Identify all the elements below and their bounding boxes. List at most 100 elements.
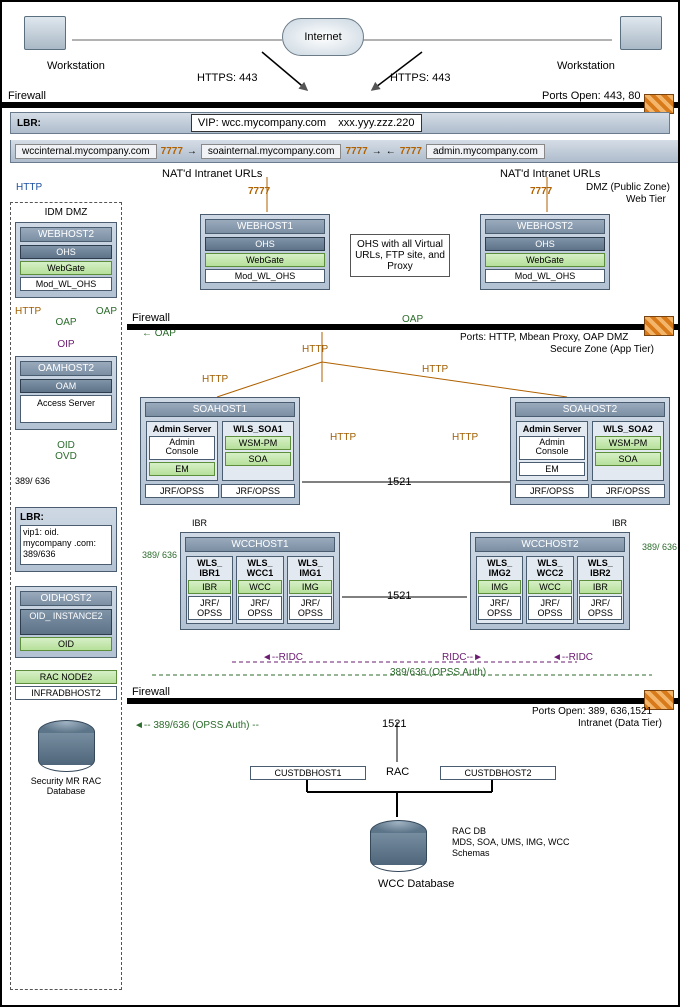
wcchost2-c2-svc: WCC [528, 580, 571, 594]
port-1521-mid: 1521 [387, 476, 411, 488]
oidhost2: OIDHOST2 OID_ INSTANCE2 OID [15, 586, 117, 658]
nat-admin: admin.mycompany.com [426, 144, 545, 159]
ridc-1: ◄--RIDC [262, 652, 303, 663]
firewall2-zone: Secure Zone (App Tier) [550, 344, 654, 355]
webhost2-mod: Mod_WL_OHS [485, 269, 605, 283]
nat-port-1: 7777 [161, 146, 183, 157]
firewall3-bar [127, 698, 679, 704]
vip-ip: xxx.yyy.zzz.220 [338, 117, 414, 129]
https-right-label: HTTPS: 443 [390, 72, 451, 84]
wcchost1-title: WCCHOST1 [185, 537, 335, 552]
soahost2-wls-title: WLS_SOA2 [595, 424, 661, 434]
soahost1-jrf1: JRF/OPSS [145, 484, 219, 498]
idm-oid: OID [57, 440, 75, 451]
security-db-icon [38, 720, 95, 772]
soahost2-admin-em: EM [519, 462, 585, 476]
soahost2: SOAHOST2 Admin Server Admin Console EM W… [510, 397, 670, 505]
racnode2: RAC NODE2 [15, 670, 117, 684]
idm-http: HTTP [15, 306, 41, 317]
wcchost1-c1-title: WLS_ IBR1 [188, 558, 231, 578]
wcc-db-label: WCC Database [378, 878, 418, 890]
firewall1-bar [2, 102, 678, 108]
idm-webhost2: WEBHOST2 OHS WebGate Mod_WL_OHS [15, 222, 117, 298]
oidhost2-inst: OID_ INSTANCE2 [20, 609, 112, 635]
dmz-label-1: DMZ (Public Zone) [586, 182, 670, 193]
ibr-right: IBR [612, 518, 627, 528]
soahost2-jrf1: JRF/OPSS [515, 484, 589, 498]
soahost1-soa: SOA [225, 452, 291, 466]
idm-lbr-title: LBR: [20, 512, 112, 523]
wcc-db-icon [370, 820, 427, 872]
idm-lbr-box: LBR: vip1: oid. mycompany .com: 389/636 [15, 507, 117, 572]
nat-soa: soainternal.mycompany.com [201, 144, 342, 159]
idm-389-636: 389/ 636 [15, 476, 50, 486]
firewall3-zone: Intranet (Data Tier) [578, 718, 662, 729]
http-mid-1: HTTP [330, 432, 356, 443]
oamhost2-title: OAMHOST2 [20, 361, 112, 376]
soahost2-wsm: WSM-PM [595, 436, 661, 450]
firewall2-bar [127, 324, 679, 330]
webhost2-webgate: WebGate [485, 253, 605, 267]
ohs-note: OHS with all Virtual URLs, FTP site, and… [350, 234, 450, 277]
diagram-frame: Workstation Internet Workstation HTTPS: … [0, 0, 680, 1007]
webhost1-webgate: WebGate [205, 253, 325, 267]
nat-port-2: 7777 [345, 146, 367, 157]
wcchost1-c2-svc: WCC [238, 580, 281, 594]
soahost2-admin-title: Admin Server [519, 424, 585, 434]
idm-webhost2-webgate: WebGate [20, 261, 112, 275]
idm-lbr-vip: vip1: oid. mycompany .com: 389/636 [20, 525, 112, 565]
wcchost2-c1-svc: IMG [478, 580, 521, 594]
ridc-3: ◄--RIDC [552, 652, 593, 663]
oamhost2: OAMHOST2 OAM Access Server [15, 356, 117, 430]
idm-dmz-box: IDM DMZ WEBHOST2 OHS WebGate Mod_WL_OHS … [10, 202, 122, 990]
soahost2-admin-console: Admin Console [519, 436, 585, 460]
webhost1-title: WEBHOST1 [205, 219, 325, 234]
custdbhost2: CUSTDBHOST2 [440, 766, 556, 780]
http-blue: HTTP [16, 182, 42, 193]
soahost1-wsm: WSM-PM [225, 436, 291, 450]
idm-webhost2-mod: Mod_WL_OHS [20, 277, 112, 291]
idm-webhost2-ohs: OHS [20, 245, 112, 259]
rac-label: RAC [386, 766, 409, 778]
firewall1-ports: Ports Open: 443, 80 [542, 90, 640, 102]
internet-cloud: Internet [282, 18, 364, 56]
nat-port-3: 7777 [400, 146, 422, 157]
soahost2-title: SOAHOST2 [515, 402, 665, 417]
oidhost2-oid: OID [20, 637, 112, 651]
wcchost1: WCCHOST1 WLS_ IBR1 IBR JRF/ OPSS WLS_ WC… [180, 532, 340, 630]
rac-schemas: RAC DB MDS, SOA, UMS, IMG, WCC Schemas [452, 826, 570, 859]
workstation-right-icon [620, 16, 662, 50]
port-1521-data: 1521 [382, 718, 406, 730]
internet-label: Internet [304, 31, 341, 43]
wcchost1-c3-title: WLS_ IMG1 [289, 558, 332, 578]
firewall1-label: Firewall [8, 90, 46, 102]
wcchost1-c1-jrf: JRF/ OPSS [188, 596, 231, 620]
webhost2-ohs: OHS [485, 237, 605, 251]
lbr-label: LBR: [17, 118, 41, 129]
ridc-2: RIDC--► [442, 652, 483, 663]
lbr-bar: LBR: VIP: wcc.mycompany.com xxx.yyy.zzz.… [10, 112, 670, 134]
soahost1-admin-console: Admin Console [149, 436, 215, 460]
infradbhost2: INFRADBHOST2 [15, 686, 117, 700]
idm-oip: OIP [57, 339, 74, 350]
oidhost2-title: OIDHOST2 [20, 591, 112, 606]
http-center-2: HTTP [422, 364, 448, 375]
webhost1-mod: Mod_WL_OHS [205, 269, 325, 283]
soahost1-title: SOAHOST1 [145, 402, 295, 417]
firewall3-label: Firewall [132, 686, 170, 698]
webhost2-title: WEBHOST2 [485, 219, 605, 234]
soahost1-admin-em: EM [149, 462, 215, 476]
idm-ovd: OVD [55, 451, 77, 462]
idm-oap-2: OAP [55, 317, 76, 328]
soahost2-soa: SOA [595, 452, 661, 466]
firewall3-ports: Ports Open: 389, 636,1521 [532, 706, 652, 717]
wcchost2-c3-svc: IBR [579, 580, 622, 594]
vip-host: VIP: wcc.mycompany.com [198, 117, 326, 129]
workstation-left-label: Workstation [47, 60, 105, 72]
wcchost2: WCCHOST2 WLS_ IMG2 IMG JRF/ OPSS WLS_ WC… [470, 532, 630, 630]
wcchost1-c2-jrf: JRF/ OPSS [238, 596, 281, 620]
ibr-left: IBR [192, 518, 207, 528]
workstation-left-icon [24, 16, 66, 50]
wcchost1-c3-svc: IMG [289, 580, 332, 594]
nat-row: wccinternal.mycompany.com 7777 → soainte… [10, 140, 680, 163]
